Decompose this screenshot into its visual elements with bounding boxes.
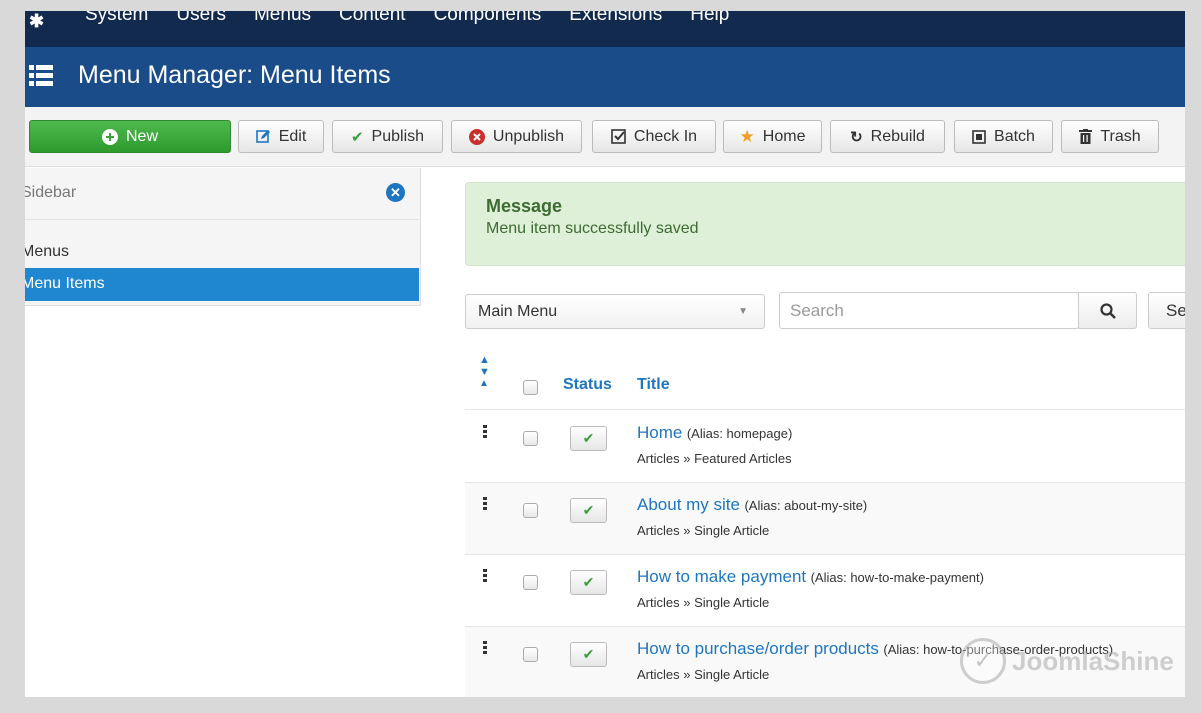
menu-system[interactable]: System (85, 11, 148, 26)
admin-window: ✱ System Users Menus Content Components … (25, 11, 1185, 697)
batch-button[interactable]: Batch (954, 120, 1053, 153)
item-link[interactable]: Home (637, 423, 682, 442)
success-message: Message Menu item successfully saved (465, 182, 1185, 266)
page-header: Menu Manager: Menu Items (25, 47, 1185, 107)
trash-button[interactable]: Trash (1061, 120, 1159, 153)
edit-icon (255, 129, 271, 144)
item-type: Articles » Single Article (637, 523, 770, 538)
item-alias: (Alias: about-my-site) (744, 498, 868, 513)
item-type: Articles » Featured Articles (637, 451, 792, 466)
column-status[interactable]: Status (563, 376, 612, 394)
search-tools-button[interactable]: Se (1148, 292, 1185, 329)
sidebar: Sidebar ✕ Menus Menu Items (25, 168, 421, 306)
item-link[interactable]: How to make payment (637, 567, 806, 586)
sidebar-item-menus[interactable]: Menus (25, 236, 419, 269)
search-icon (1099, 302, 1116, 319)
star-icon: ★ (739, 126, 755, 146)
sort-asc-icon[interactable]: ▲ (479, 378, 489, 389)
watermark: ✓ JoomlaShine (960, 638, 1174, 684)
top-navbar: ✱ System Users Menus Content Components … (25, 11, 1185, 47)
plus-circle-icon (101, 128, 118, 145)
check-icon: ✔ (350, 128, 364, 146)
menu-menus[interactable]: Menus (254, 11, 311, 26)
published-status-button[interactable]: ✔ (570, 498, 607, 523)
published-status-button[interactable]: ✔ (570, 570, 607, 595)
menu-select[interactable]: Main Menu ▼ (465, 294, 765, 329)
top-menu: System Users Menus Content Components Ex… (85, 11, 729, 26)
message-heading: Message (486, 196, 563, 216)
menu-extensions[interactable]: Extensions (569, 11, 662, 26)
sidebar-item-menu-items[interactable]: Menu Items (25, 268, 419, 301)
search-button[interactable] (1078, 292, 1137, 329)
menu-help[interactable]: Help (690, 11, 729, 26)
message-text: Menu item successfully saved (486, 220, 699, 237)
sidebar-title: Sidebar (25, 184, 77, 201)
drag-handle-icon[interactable] (483, 569, 487, 584)
edit-button[interactable]: Edit (238, 120, 324, 153)
sidebar-header: Sidebar ✕ (25, 168, 419, 220)
check-in-button[interactable]: Check In (592, 120, 716, 153)
table-header: ▲ ▼ ▲ Status Title (465, 346, 1185, 410)
new-button[interactable]: New (29, 120, 231, 153)
close-icon[interactable]: ✕ (386, 183, 405, 202)
item-link[interactable]: How to purchase/order products (637, 639, 879, 658)
chevron-down-icon: ▼ (738, 306, 748, 317)
home-button[interactable]: ★ Home (723, 120, 822, 153)
batch-icon (972, 129, 986, 144)
rebuild-button[interactable]: ↻ Rebuild (830, 120, 945, 153)
search-input[interactable]: Search (779, 292, 1079, 329)
drag-handle-icon[interactable] (483, 425, 487, 440)
page-title: Menu Manager: Menu Items (78, 61, 391, 89)
row-checkbox[interactable] (523, 503, 538, 518)
menu-content[interactable]: Content (339, 11, 406, 26)
checkbox-checked-icon (611, 129, 626, 144)
table-row: ✔ About my site (Alias: about-my-site) A… (465, 483, 1185, 555)
item-link[interactable]: About my site (637, 495, 740, 514)
item-alias: (Alias: how-to-make-payment) (810, 570, 984, 585)
item-title: Home (Alias: homepage) (637, 423, 792, 443)
list-icon (29, 63, 53, 87)
column-title[interactable]: Title (637, 376, 670, 394)
menu-components[interactable]: Components (434, 11, 542, 26)
refresh-icon: ↻ (850, 128, 863, 146)
item-title: How to make payment (Alias: how-to-make-… (637, 567, 984, 587)
item-alias: (Alias: homepage) (686, 426, 793, 441)
item-type: Articles » Single Article (637, 595, 770, 610)
table-row: ✔ Home (Alias: homepage) Articles » Feat… (465, 411, 1185, 483)
select-all-checkbox[interactable] (523, 380, 538, 395)
row-checkbox[interactable] (523, 647, 538, 662)
published-status-button[interactable]: ✔ (570, 426, 607, 451)
item-title: About my site (Alias: about-my-site) (637, 495, 867, 515)
joomlashine-logo-icon: ✓ (960, 638, 1006, 684)
row-checkbox[interactable] (523, 431, 538, 446)
trash-icon (1079, 129, 1093, 144)
menu-users[interactable]: Users (176, 11, 226, 26)
unpublish-icon (468, 128, 485, 145)
item-type: Articles » Single Article (637, 667, 770, 682)
table-row: ✔ How to make payment (Alias: how-to-mak… (465, 555, 1185, 627)
published-status-button[interactable]: ✔ (570, 642, 607, 667)
sort-icon[interactable]: ▲ ▼ (479, 354, 490, 378)
joomla-logo-icon[interactable]: ✱ (29, 11, 44, 32)
row-checkbox[interactable] (523, 575, 538, 590)
unpublish-button[interactable]: Unpublish (451, 120, 582, 153)
watermark-text: JoomlaShine (1012, 645, 1174, 676)
drag-handle-icon[interactable] (483, 641, 487, 656)
publish-button[interactable]: ✔ Publish (332, 120, 443, 153)
toolbar: New Edit ✔ Publish Unpublish Check In ★ (25, 107, 1185, 167)
drag-handle-icon[interactable] (483, 497, 487, 512)
